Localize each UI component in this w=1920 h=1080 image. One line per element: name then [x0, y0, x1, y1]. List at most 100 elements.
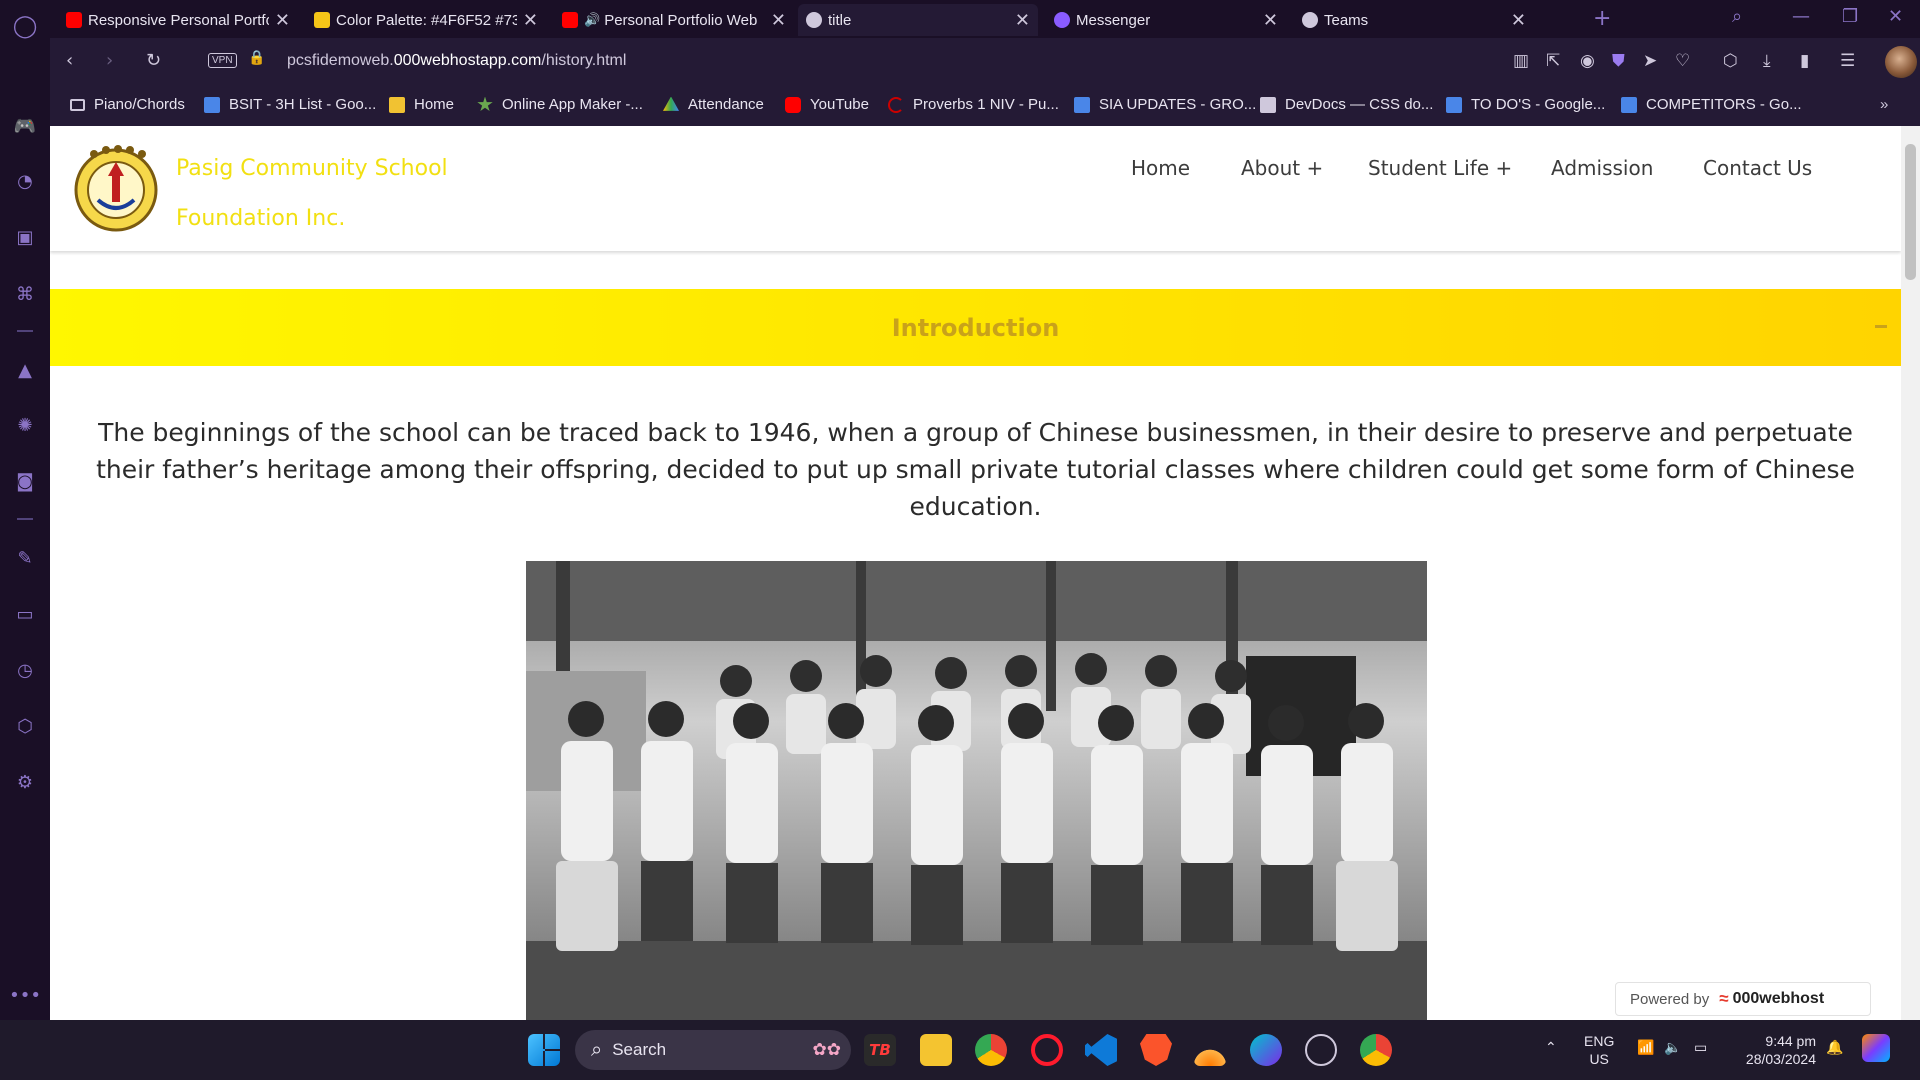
forward-arrow-icon[interactable]: › [106, 50, 113, 71]
player-icon[interactable]: ▭ [12, 601, 38, 627]
profile-avatar[interactable] [1885, 46, 1917, 78]
windows-start-icon[interactable] [528, 1034, 560, 1066]
obs-icon[interactable] [1305, 1034, 1337, 1066]
vpn-badge[interactable]: VPN [208, 53, 237, 68]
tab-title: Messenger [1076, 11, 1151, 29]
restore-icon[interactable]: ❐ [1842, 6, 1858, 27]
tab[interactable]: Responsive Personal Portfo ✕ [58, 4, 298, 36]
minimize-icon[interactable]: — [1792, 6, 1810, 27]
page-scrollbar[interactable] [1901, 126, 1920, 1020]
gamepad-icon[interactable]: 🎮 [12, 113, 38, 139]
school-logo[interactable] [72, 142, 160, 234]
canva-icon[interactable] [1250, 1034, 1282, 1066]
reload-icon[interactable]: ↻ [146, 50, 161, 71]
nav-about[interactable]: About + [1241, 156, 1323, 180]
scrollbar-thumb[interactable] [1905, 144, 1916, 280]
close-tab-icon[interactable]: ✕ [1263, 10, 1278, 31]
history-icon[interactable]: ◷ [12, 657, 38, 683]
bookmark-item[interactable]: Piano/Chords [70, 96, 185, 113]
opera-logo-icon[interactable]: ◯ [12, 13, 38, 39]
settings-gear-icon[interactable]: ⚙ [12, 769, 38, 795]
cherry-blossom-icon: ✿✿ [812, 1040, 842, 1059]
clock[interactable]: 9:44 pm 28/03/2024 [1736, 1032, 1816, 1068]
shield-icon[interactable]: ⛊ [1612, 51, 1625, 71]
extensions-icon[interactable]: ⬡ [12, 713, 38, 739]
nav-admission[interactable]: Admission [1551, 156, 1653, 180]
easy-setup-icon[interactable]: ☰ [1840, 51, 1855, 71]
introduction-text: The beginnings of the school can be trac… [96, 418, 1855, 521]
sunrise-app-icon[interactable] [1194, 1034, 1226, 1066]
bookmark-item[interactable]: TO DO'S - Google... [1446, 96, 1605, 113]
language-indicator[interactable]: ENG US [1584, 1032, 1614, 1068]
chatgpt-icon[interactable]: ✺ [12, 412, 38, 438]
close-tab-icon[interactable]: ✕ [523, 10, 538, 31]
volume-icon[interactable]: 🔈 [1664, 1038, 1681, 1056]
opera-icon[interactable] [1031, 1034, 1063, 1066]
back-arrow-icon[interactable]: ‹ [66, 50, 73, 71]
bookmark-item[interactable]: BSIT - 3H List - Goo... [204, 96, 376, 113]
nav-contact-us[interactable]: Contact Us [1703, 156, 1812, 180]
chip-icon[interactable]: ⌘ [12, 281, 38, 307]
battery-saver-icon[interactable]: ▮ [1800, 51, 1809, 71]
taskbar-search[interactable]: ⌕ Search ✿✿ [575, 1030, 851, 1070]
edit-icon[interactable]: ✎ [12, 545, 38, 571]
close-tab-icon[interactable]: ✕ [1511, 10, 1526, 31]
lock-icon[interactable]: 🔒 [248, 50, 265, 66]
new-tab-plus-icon[interactable]: + [1593, 6, 1611, 31]
speed-dial-icon[interactable]: ◔ [12, 168, 38, 194]
brand-name[interactable]: Pasig Community School Foundation Inc. [176, 144, 448, 244]
tab[interactable]: Teams ✕ [1294, 4, 1534, 36]
bookmark-item[interactable]: Online App Maker -... [477, 96, 643, 113]
bookmark-item[interactable]: DevDocs — CSS do... [1260, 96, 1433, 113]
bookmark-item[interactable]: YouTube [785, 96, 869, 113]
close-tab-icon[interactable]: ✕ [275, 10, 290, 31]
nav-home[interactable]: Home [1131, 156, 1190, 180]
powered-by-badge[interactable]: Powered by ≈ 000webhost [1615, 982, 1871, 1016]
notification-bell-icon[interactable]: 🔔 [1826, 1038, 1843, 1056]
bookmarks-overflow-icon[interactable]: » [1880, 96, 1888, 113]
tab[interactable]: 🔊 Personal Portfolio Web ✕ [554, 4, 794, 36]
show-hidden-icons-chevron-icon[interactable]: ⌃ [1545, 1038, 1557, 1056]
bookmark-item[interactable]: Proverbs 1 NIV - Pu... [888, 96, 1059, 113]
url-field[interactable]: pcsfidemoweb.000webhostapp.com/history.h… [287, 52, 626, 70]
brand-line-1: Pasig Community School [176, 156, 448, 181]
close-tab-icon[interactable]: ✕ [1015, 10, 1030, 31]
briefcase-icon[interactable]: ▣ [12, 224, 38, 250]
nav-student-life[interactable]: Student Life + [1368, 156, 1512, 180]
bookmark-item[interactable]: Home [389, 96, 454, 113]
bookmark-item[interactable]: Attendance [663, 96, 764, 113]
close-tab-icon[interactable]: ✕ [771, 10, 786, 31]
bookmark-item[interactable]: SIA UPDATES - GRO... [1074, 96, 1256, 113]
wifi-icon[interactable]: 📶 [1637, 1038, 1654, 1056]
brave-icon[interactable] [1140, 1034, 1172, 1066]
audio-playing-icon[interactable]: 🔊 [584, 12, 600, 28]
globe-favicon-icon [1302, 12, 1318, 28]
introduction-accordion-header[interactable]: Introduction [50, 289, 1901, 366]
tab[interactable]: Color Palette: #4F6F52 #73 ✕ [306, 4, 546, 36]
camera-icon[interactable]: ◉ [1580, 51, 1595, 71]
tab-search-icon[interactable]: ⌕ [1732, 6, 1742, 27]
copilot-icon[interactable] [1862, 1034, 1890, 1062]
more-dots-icon[interactable]: ••• [9, 982, 41, 1008]
heart-icon[interactable]: ♡ [1675, 51, 1690, 71]
close-window-icon[interactable]: ✕ [1888, 6, 1903, 27]
reader-mode-icon[interactable]: ▥ [1513, 51, 1529, 71]
collapse-minus-icon[interactable] [1875, 325, 1887, 328]
folder-icon [70, 98, 85, 111]
send-icon[interactable]: ➤ [1643, 51, 1657, 71]
tg-app-icon[interactable]: TB [864, 1034, 896, 1066]
chrome-icon[interactable] [975, 1034, 1007, 1066]
tab-active[interactable]: title ✕ [798, 4, 1038, 36]
vscode-icon[interactable] [1085, 1034, 1117, 1066]
chrome-profile-icon[interactable] [1360, 1034, 1392, 1066]
file-explorer-icon[interactable] [920, 1034, 952, 1066]
download-icon[interactable]: ⤓ [1763, 51, 1771, 71]
battery-icon[interactable]: ▭ [1694, 1038, 1707, 1056]
powered-by-label: Powered by [1630, 990, 1710, 1008]
chatsonic-icon[interactable]: ◙ [12, 468, 38, 494]
share-icon[interactable]: ⇱ [1546, 51, 1560, 71]
bookmark-item[interactable]: COMPETITORS - Go... [1621, 96, 1802, 113]
cube-icon[interactable]: ⬡ [1723, 51, 1738, 71]
aria-icon[interactable]: ▲ [12, 357, 38, 383]
tab[interactable]: Messenger ✕ [1046, 4, 1286, 36]
